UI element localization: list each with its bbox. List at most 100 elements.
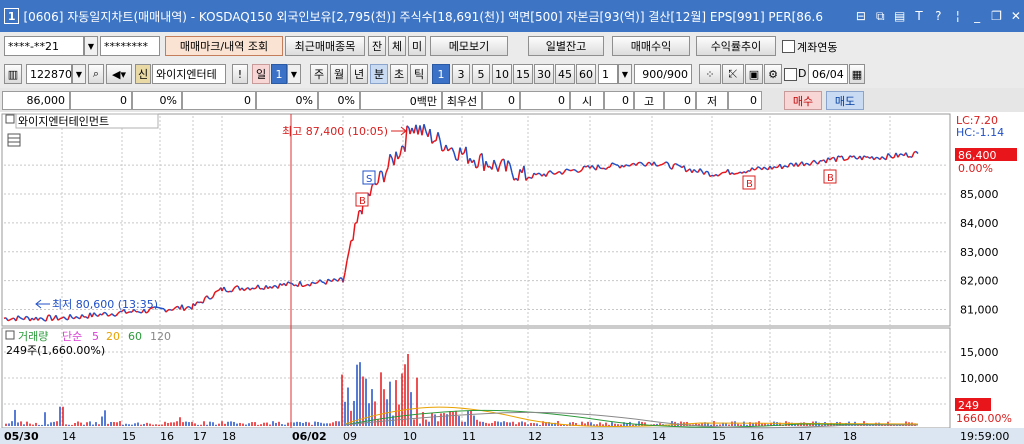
save-icon[interactable]: ▣ xyxy=(745,64,763,84)
date-checkbox[interactable] xyxy=(784,68,797,81)
account-link-label: 계좌연동 xyxy=(797,41,838,54)
font-icon[interactable]: T xyxy=(911,8,927,25)
help-icon[interactable]: ? xyxy=(930,8,946,25)
sell-button[interactable]: 매도 xyxy=(826,91,864,110)
account-input[interactable]: ****-**21 xyxy=(4,36,84,56)
account-link-checkbox[interactable] xyxy=(782,40,795,53)
period-minute-button[interactable]: 분 xyxy=(370,64,388,84)
search-icon[interactable]: ⌕ xyxy=(88,64,104,84)
price-segment xyxy=(567,168,571,172)
date-input[interactable]: 06/04 xyxy=(808,64,848,84)
x-tick-label: 15 xyxy=(712,430,726,443)
balance-button[interactable]: 잔 xyxy=(368,36,386,56)
buy-marker[interactable]: B xyxy=(823,169,837,184)
price-segment xyxy=(661,162,665,166)
price-segment xyxy=(475,166,479,169)
period-day-button[interactable]: 일 xyxy=(252,64,270,84)
sound-icon[interactable]: ◀▾ xyxy=(106,64,132,84)
interval-60-button[interactable]: 60 xyxy=(576,64,596,84)
trade-mark-query-button[interactable]: 매매마크/내역 조회 xyxy=(165,36,283,56)
title-bar: 1 [0606] 자동일지차트(매매내역) - KOSDAQ150 외국인보유[… xyxy=(0,0,1024,32)
unfilled-button[interactable]: 미 xyxy=(408,36,426,56)
multiplier-dropdown-icon[interactable]: ▼ xyxy=(618,64,632,84)
interval-1-button[interactable]: 1 xyxy=(432,64,450,84)
y-tick-label: 85,000 xyxy=(960,188,999,201)
restore-icon[interactable]: ❐ xyxy=(988,8,1004,25)
trade-profit-button[interactable]: 매매수익 xyxy=(612,36,690,56)
window-number: 1 xyxy=(4,8,20,24)
period-week-button[interactable]: 주 xyxy=(310,64,328,84)
best-bid: 0 xyxy=(482,91,520,110)
table-icon[interactable] xyxy=(7,133,21,147)
price-segment xyxy=(145,311,149,314)
chart-canvas[interactable]: LC:7.20 HC:-1.14 86,400 0.00% 85,00084,0… xyxy=(0,112,1024,444)
grid-icon[interactable]: ▥ xyxy=(4,64,22,84)
yield-trend-button[interactable]: 수익률추이 xyxy=(696,36,776,56)
price-segment xyxy=(733,172,737,175)
interval-30-button[interactable]: 30 xyxy=(534,64,554,84)
price-segment xyxy=(287,281,291,284)
buy-marker[interactable]: B xyxy=(742,175,756,190)
price-segment xyxy=(753,168,757,171)
scatter-icon[interactable]: ⁘ xyxy=(699,64,721,84)
minimize-icon[interactable]: _ xyxy=(969,8,985,25)
period-second-button[interactable]: 초 xyxy=(390,64,408,84)
buy-button[interactable]: 매수 xyxy=(784,91,822,110)
filled-button[interactable]: 체 xyxy=(388,36,406,56)
price-segment xyxy=(125,311,129,314)
sell-marker-label: S xyxy=(366,174,372,185)
price-segment xyxy=(613,163,617,166)
x-tick-label: 12 xyxy=(528,430,542,443)
chart-area[interactable]: LC:7.20 HC:-1.14 86,400 0.00% 85,000 84,0… xyxy=(0,112,1024,444)
ma-120-label: 120 xyxy=(150,330,171,343)
recent-trades-button[interactable]: 최근매매종목 xyxy=(285,36,365,56)
buy-marker-label: B xyxy=(827,173,834,184)
credit-button[interactable]: 신 xyxy=(135,64,151,84)
quote-volume: 0 xyxy=(182,91,256,110)
period-month-button[interactable]: 월 xyxy=(330,64,348,84)
stock-code-input[interactable]: 122870 xyxy=(26,64,72,84)
period-year-button[interactable]: 년 xyxy=(350,64,368,84)
period-num-field[interactable]: 1 xyxy=(271,64,287,84)
volume-toggle-icon[interactable] xyxy=(5,330,15,340)
account-dropdown-icon[interactable]: ▼ xyxy=(84,36,98,56)
layout-icon[interactable]: ▤ xyxy=(891,8,907,25)
draw-icon[interactable]: ⤪ xyxy=(722,64,744,84)
x-tick-label: 17 xyxy=(798,430,812,443)
multiplier-input[interactable]: 1 xyxy=(598,64,618,84)
close-icon[interactable]: ✕ xyxy=(1008,8,1024,25)
hc-label: HC:-1.14 xyxy=(956,126,1004,139)
panel-toggle-icon[interactable] xyxy=(5,114,15,124)
buy-marker[interactable]: B xyxy=(355,192,369,207)
alert-button[interactable]: ! xyxy=(232,64,248,84)
account-toolbar: ****-**21 ▼ ******** 매매마크/내역 조회 최근매매종목 잔… xyxy=(0,32,1024,60)
price-segment xyxy=(845,158,849,161)
y-tick-label: 84,000 xyxy=(960,217,999,230)
y-tick-label: 81,000 xyxy=(960,304,999,317)
interval-45-button[interactable]: 45 xyxy=(555,64,575,84)
memo-button[interactable]: 메모보기 xyxy=(430,36,508,56)
gear-icon[interactable]: ⚙ xyxy=(764,64,782,84)
x-axis-bar xyxy=(0,428,1024,444)
interval-5-button[interactable]: 5 xyxy=(472,64,490,84)
link-icon[interactable]: ⊟ xyxy=(853,8,869,25)
y-tick-label: 82,000 xyxy=(960,275,999,288)
sell-marker[interactable]: S xyxy=(362,170,376,185)
daily-balance-button[interactable]: 일별잔고 xyxy=(528,36,604,56)
code-dropdown-icon[interactable]: ▼ xyxy=(72,64,86,84)
price-segment xyxy=(461,152,465,156)
low-value: 0 xyxy=(728,91,762,110)
calendar-icon[interactable]: ▦ xyxy=(849,64,865,84)
price-segment xyxy=(137,310,141,314)
period-dropdown-icon[interactable]: ▼ xyxy=(287,64,301,84)
password-input[interactable]: ******** xyxy=(100,36,160,56)
price-segment xyxy=(843,159,847,162)
interval-3-button[interactable]: 3 xyxy=(452,64,470,84)
period-tick-button[interactable]: 틱 xyxy=(410,64,428,84)
interval-10-button[interactable]: 10 xyxy=(492,64,512,84)
quote-bar: 86,000 0 0% 0 0% 0% 0백만 최우선 0 0 시 0 고 0 … xyxy=(0,88,1024,112)
copy-icon[interactable]: ⧉ xyxy=(872,8,888,25)
interval-15-button[interactable]: 15 xyxy=(513,64,533,84)
open-label: 시 xyxy=(570,91,604,110)
count-input[interactable]: 900/900 xyxy=(634,64,692,84)
